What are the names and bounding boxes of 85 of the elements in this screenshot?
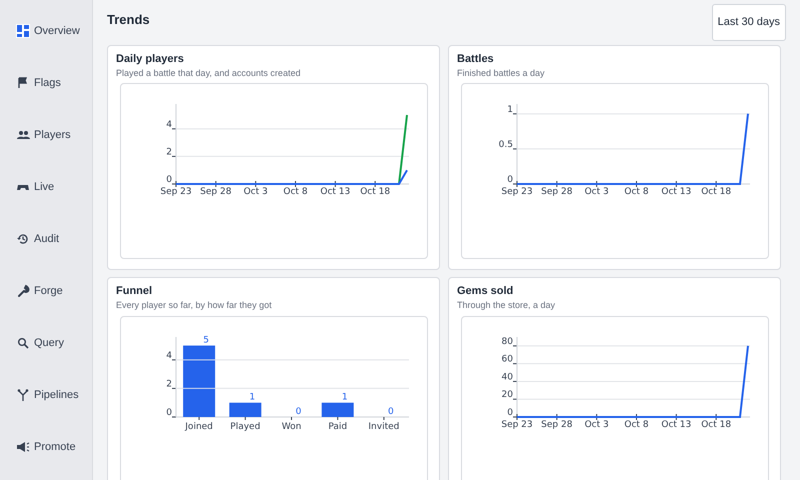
axis-label: Oct 8 xyxy=(624,420,649,430)
axis-label: Oct 8 xyxy=(283,187,308,198)
axis-label: 60 xyxy=(502,354,513,365)
tick-mark xyxy=(172,388,176,389)
tick-mark xyxy=(172,156,176,158)
tick-mark xyxy=(512,184,518,185)
axis-label: Oct 18 xyxy=(360,187,390,198)
axis-label: 0 xyxy=(166,175,172,186)
axis-label: Oct 3 xyxy=(584,420,609,430)
value-label: 1 xyxy=(342,392,348,403)
axis-label: Invited xyxy=(368,422,400,432)
wrench-icon xyxy=(16,284,30,298)
axis-label: Sep 28 xyxy=(200,187,232,198)
sidebar-item[interactable]: Live xyxy=(0,161,92,213)
value-label: 0 xyxy=(388,406,394,417)
bar xyxy=(322,402,354,417)
card-title: Battles xyxy=(457,52,495,66)
axis-label: Sep 28 xyxy=(541,420,572,430)
tick-mark xyxy=(172,184,176,185)
tick-mark xyxy=(172,359,176,360)
axis-label: Oct 13 xyxy=(661,420,692,430)
axis-label: 4 xyxy=(166,350,172,361)
tick-mark xyxy=(172,416,176,418)
bar xyxy=(229,402,262,417)
axis-label: 1 xyxy=(507,105,513,115)
axis-label: 80 xyxy=(502,336,513,347)
card-subtitle: Finished battles a day xyxy=(457,66,546,80)
axis-label: Played xyxy=(230,422,260,432)
fork-icon xyxy=(16,388,30,402)
date-range-button[interactable]: Last 30 days xyxy=(712,4,786,40)
card-subtitle: Played a battle that day, and accounts created xyxy=(116,66,302,80)
people-icon xyxy=(16,128,30,142)
tick-mark xyxy=(512,363,518,364)
tick-mark xyxy=(512,416,518,418)
axis-label: 20 xyxy=(502,390,513,400)
axis-label: 0 xyxy=(166,408,172,418)
axis-label: 0.5 xyxy=(498,140,513,150)
card-title: Gems sold xyxy=(457,285,514,298)
axis-label: 4 xyxy=(166,120,172,130)
axis-label: Paid xyxy=(328,422,348,432)
axis-label: Sep 23 xyxy=(160,187,192,198)
axis-label: Joined xyxy=(185,422,213,432)
axis-label: Oct 18 xyxy=(701,420,732,430)
axis-label: Won xyxy=(282,422,302,432)
axis-label: 2 xyxy=(166,148,172,158)
axis-label: Oct 3 xyxy=(244,187,268,198)
tick-mark xyxy=(512,345,518,346)
grid-icon xyxy=(16,24,30,38)
axis-label: Oct 8 xyxy=(624,187,649,198)
axis-label: Sep 23 xyxy=(501,420,533,430)
axis-label: Oct 3 xyxy=(584,187,609,198)
axis-label: Oct 18 xyxy=(701,187,732,198)
axis-label: 0 xyxy=(507,408,513,418)
sidebar-item[interactable]: Pipelines xyxy=(0,369,92,421)
axis-label: 2 xyxy=(166,379,172,390)
sidebar-item[interactable]: Audit xyxy=(0,213,92,265)
bar xyxy=(183,345,216,417)
axis-label: Sep 28 xyxy=(541,187,572,198)
page-title: Trends xyxy=(107,12,150,28)
tick-mark xyxy=(512,148,518,150)
sidebar-item[interactable]: Promote xyxy=(0,421,92,473)
search-icon xyxy=(16,336,30,350)
megaphone-icon xyxy=(16,440,30,454)
value-label: 5 xyxy=(203,335,209,346)
sidebar-item[interactable]: Query xyxy=(0,317,92,369)
tick-mark xyxy=(172,128,176,130)
axis-label: Oct 13 xyxy=(661,187,692,198)
sidebar-item[interactable]: Forge xyxy=(0,265,92,317)
flag-icon xyxy=(16,76,30,90)
sidebar-item[interactable]: Overview xyxy=(0,5,92,57)
sidebar-item[interactable]: Flags xyxy=(0,57,92,109)
value-label: 0 xyxy=(296,406,302,417)
tick-mark xyxy=(512,380,518,382)
card-title: Daily players xyxy=(116,52,185,66)
value-label: 1 xyxy=(249,392,256,403)
tick-mark xyxy=(512,398,518,400)
history-icon xyxy=(16,232,30,246)
sidebar-item[interactable]: Players xyxy=(0,109,92,161)
card-title: Funnel xyxy=(116,285,154,298)
card-subtitle: Through the store, a day xyxy=(457,299,556,312)
axis-label: Sep 23 xyxy=(501,187,533,198)
axis-label: 40 xyxy=(502,372,513,382)
axis-label: 0 xyxy=(507,175,513,186)
card-subtitle: Every player so far, by how far they got xyxy=(116,299,273,312)
axis-label: Oct 13 xyxy=(320,187,350,198)
